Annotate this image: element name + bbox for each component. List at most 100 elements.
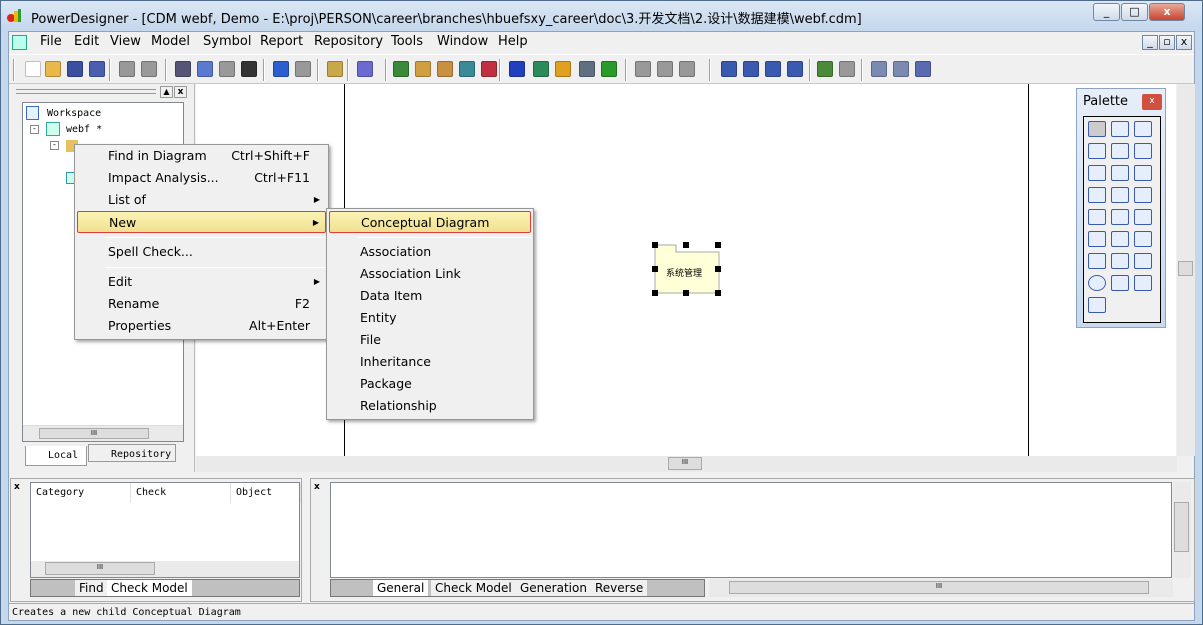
undo-icon[interactable] bbox=[273, 61, 289, 77]
tab-reverse[interactable]: Reverse bbox=[591, 580, 648, 596]
package-symbol[interactable]: 系统管理 bbox=[652, 242, 721, 296]
rounded-rect-icon[interactable] bbox=[1111, 275, 1129, 291]
hand-icon[interactable] bbox=[1111, 121, 1129, 137]
panel-grip[interactable] bbox=[16, 89, 156, 94]
tab-generation[interactable]: Generation bbox=[516, 580, 591, 596]
association-icon[interactable] bbox=[1134, 187, 1152, 203]
menu-file[interactable]: File bbox=[40, 34, 62, 49]
column-header-object[interactable]: Object bbox=[231, 483, 301, 503]
note-icon[interactable] bbox=[1134, 209, 1152, 225]
mdi-minimize-button[interactable]: _ bbox=[1142, 35, 1158, 50]
print-preview-icon[interactable] bbox=[119, 61, 135, 77]
association-link-icon[interactable] bbox=[1088, 209, 1106, 225]
generate-icon[interactable] bbox=[817, 61, 833, 77]
menu-window[interactable]: Window bbox=[437, 34, 488, 49]
collapse-toggle[interactable]: - bbox=[30, 125, 39, 134]
column-header-category[interactable]: Category bbox=[31, 483, 131, 503]
output-icon[interactable] bbox=[893, 61, 909, 77]
menu-item-entity[interactable]: Entity bbox=[329, 307, 531, 329]
output-text[interactable] bbox=[330, 482, 1172, 578]
data-item-icon[interactable] bbox=[1111, 231, 1129, 247]
tab-find[interactable]: Find bbox=[75, 580, 108, 596]
forward-icon[interactable] bbox=[679, 61, 695, 77]
horizontal-scrollbar[interactable]: III bbox=[23, 425, 183, 441]
menu-item-find-in-diagram[interactable]: Find in Diagram Ctrl+Shift+F bbox=[77, 145, 326, 167]
menu-item-new[interactable]: New ▶ bbox=[77, 211, 326, 233]
menu-item-relationship[interactable]: Relationship bbox=[329, 395, 531, 417]
menu-symbol[interactable]: Symbol bbox=[203, 34, 251, 49]
result-list-icon[interactable] bbox=[915, 61, 931, 77]
panel-close-button[interactable]: x bbox=[14, 482, 20, 492]
arc-icon[interactable] bbox=[1111, 253, 1129, 269]
vertical-scrollbar[interactable] bbox=[1173, 482, 1191, 578]
panel-close-button[interactable]: x bbox=[314, 482, 320, 492]
zoom-fit-icon[interactable] bbox=[1111, 143, 1129, 159]
menu-item-impact-analysis[interactable]: Impact Analysis... Ctrl+F11 bbox=[77, 167, 326, 189]
menu-report[interactable]: Report bbox=[260, 34, 303, 49]
rectangle-icon[interactable] bbox=[1134, 253, 1152, 269]
shadow-icon[interactable] bbox=[509, 61, 525, 77]
menu-item-data-item[interactable]: Data Item bbox=[329, 285, 531, 307]
open-icon[interactable] bbox=[45, 61, 61, 77]
column-header-check[interactable]: Check bbox=[131, 483, 231, 503]
relationship-icon[interactable] bbox=[1088, 187, 1106, 203]
horizontal-scrollbar[interactable]: III bbox=[31, 561, 299, 577]
link-icon[interactable] bbox=[1088, 231, 1106, 247]
horizontal-scrollbar[interactable]: III bbox=[709, 579, 1173, 597]
redo-icon[interactable] bbox=[295, 61, 311, 77]
fill-icon[interactable] bbox=[579, 61, 595, 77]
menu-item-file[interactable]: File bbox=[329, 329, 531, 351]
new-icon[interactable] bbox=[25, 61, 41, 77]
inheritance-icon[interactable] bbox=[1111, 187, 1129, 203]
menu-item-rename[interactable]: Rename F2 bbox=[77, 293, 326, 315]
maximize-button[interactable]: □ bbox=[1121, 3, 1148, 21]
minimize-button[interactable]: _ bbox=[1093, 3, 1120, 21]
menu-tools[interactable]: Tools bbox=[391, 34, 423, 49]
browser-icon[interactable] bbox=[871, 61, 887, 77]
panel-collapse-button[interactable]: ▲ bbox=[160, 86, 173, 98]
tab-local[interactable]: Local bbox=[25, 446, 87, 466]
diagram1-icon[interactable] bbox=[721, 61, 737, 77]
menu-help[interactable]: Help bbox=[498, 34, 528, 49]
tab-check-model[interactable]: Check Model bbox=[107, 580, 192, 596]
help-icon[interactable] bbox=[357, 61, 373, 77]
menu-item-properties[interactable]: Properties Alt+Enter bbox=[77, 315, 326, 337]
diagram2-icon[interactable] bbox=[743, 61, 759, 77]
close-button[interactable]: x bbox=[1149, 3, 1185, 21]
menu-repository[interactable]: Repository bbox=[314, 34, 383, 49]
panel-close-button[interactable]: x bbox=[174, 86, 187, 98]
mdi-close-button[interactable]: x bbox=[1176, 35, 1192, 50]
polyline-icon[interactable] bbox=[1134, 275, 1152, 291]
font-icon[interactable] bbox=[601, 61, 617, 77]
menu-item-spell-check[interactable]: Spell Check... bbox=[77, 241, 326, 263]
menu-edit[interactable]: Edit bbox=[74, 34, 99, 49]
save-all-icon[interactable] bbox=[89, 61, 105, 77]
file-icon[interactable] bbox=[1111, 209, 1129, 225]
check-model-icon[interactable] bbox=[415, 61, 431, 77]
pages-icon[interactable] bbox=[787, 61, 803, 77]
copy-icon[interactable] bbox=[197, 61, 213, 77]
menu-item-association[interactable]: Association bbox=[329, 241, 531, 263]
vertical-scrollbar[interactable] bbox=[1177, 84, 1195, 456]
new-model-icon[interactable] bbox=[393, 61, 409, 77]
entity-icon[interactable] bbox=[1134, 165, 1152, 181]
menu-item-package[interactable]: Package bbox=[329, 373, 531, 395]
polygon-icon[interactable] bbox=[1088, 297, 1106, 313]
menu-view[interactable]: View bbox=[110, 34, 141, 49]
print-icon[interactable] bbox=[141, 61, 157, 77]
page-icon[interactable] bbox=[765, 61, 781, 77]
text-icon[interactable] bbox=[1134, 231, 1152, 247]
tab-repository[interactable]: Repository bbox=[88, 444, 176, 462]
pointer-icon[interactable] bbox=[1088, 121, 1106, 137]
menu-item-edit[interactable]: Edit ▶ bbox=[77, 271, 326, 293]
refresh-icon[interactable] bbox=[459, 61, 475, 77]
package-icon[interactable] bbox=[1111, 165, 1129, 181]
paste-icon[interactable] bbox=[219, 61, 235, 77]
properties-icon[interactable] bbox=[1134, 143, 1152, 159]
delete-icon[interactable] bbox=[241, 61, 257, 77]
mdi-restore-button[interactable]: ▫ bbox=[1159, 35, 1175, 50]
delete-icon[interactable] bbox=[1088, 165, 1106, 181]
check-icon[interactable] bbox=[481, 61, 497, 77]
save-icon[interactable] bbox=[67, 61, 83, 77]
text-icon[interactable] bbox=[533, 61, 549, 77]
